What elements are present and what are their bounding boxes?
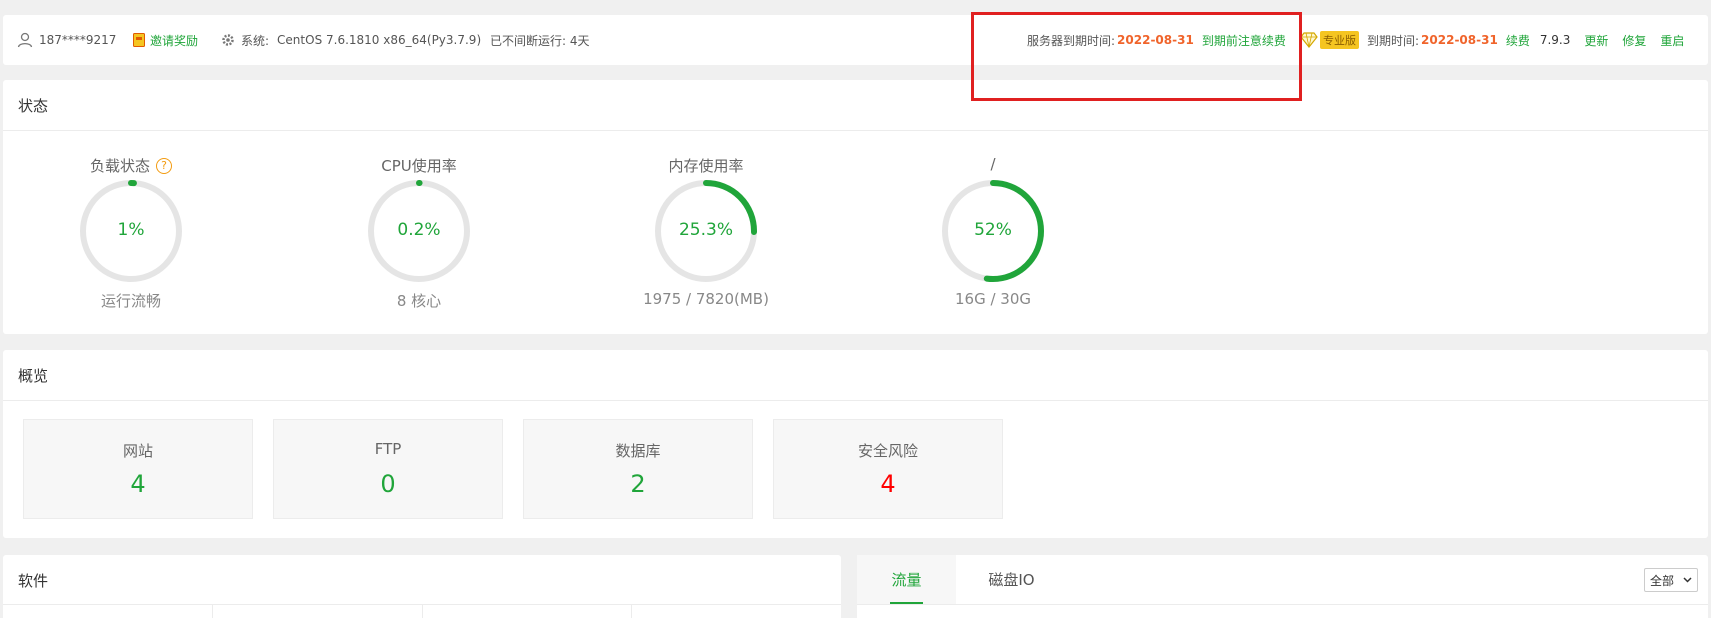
gauge-label: 负载状态 ? xyxy=(51,155,211,176)
gear-icon xyxy=(222,34,234,46)
software-slot[interactable] xyxy=(632,604,841,618)
gauge-sub: 16G / 30G xyxy=(954,290,1031,308)
software-slot[interactable] xyxy=(213,604,423,618)
gauge-value: 25.3% xyxy=(678,220,733,240)
software-grid xyxy=(3,604,841,618)
overview-panel: 概览 网站 4 FTP 0 数据库 2 安全风险 4 xyxy=(3,350,1708,538)
divider xyxy=(3,130,1708,131)
chevron-down-icon xyxy=(1683,577,1692,583)
card-value[interactable]: 0 xyxy=(274,470,502,498)
user-phone: 187****9217 xyxy=(39,33,117,47)
card-label: FTP xyxy=(374,440,402,458)
overview-card-security-risk[interactable]: 安全风险 4 xyxy=(773,419,1003,519)
tab-disk-io[interactable]: 磁盘IO xyxy=(956,555,1067,604)
version: 7.9.3 xyxy=(1539,33,1571,47)
renew-link[interactable]: 续费 xyxy=(1506,32,1530,49)
invite-reward-link[interactable]: 邀请奖励 xyxy=(133,15,198,65)
traffic-panel: 流量 磁盘IO 全部 xyxy=(857,555,1708,618)
status-panel: 状态 xyxy=(3,80,1708,334)
gauge-value: 1% xyxy=(117,220,145,240)
gauge-value: 0.2% xyxy=(397,220,441,240)
gauge-sub: 运行流畅 xyxy=(100,292,161,310)
system-label: 系统: xyxy=(241,33,270,48)
card-label: 数据库 xyxy=(615,442,661,460)
pro-badge: 专业版 xyxy=(1320,31,1359,49)
card-value[interactable]: 4 xyxy=(24,470,252,498)
top-bar: 187****9217 邀请奖励 系统: CentOS 7.6.1810 x86… xyxy=(3,15,1708,65)
card-value[interactable]: 4 xyxy=(774,470,1002,498)
diamond-icon xyxy=(1300,32,1318,48)
gauge-load[interactable]: 负载状态 ? 1% 运行流畅 xyxy=(51,80,211,334)
card-value[interactable]: 2 xyxy=(524,470,752,498)
gauge-label: / xyxy=(990,155,996,173)
overview-card-sites[interactable]: 网站 4 xyxy=(23,419,253,519)
status-title: 状态 xyxy=(18,96,49,115)
software-panel: 软件 xyxy=(3,555,841,618)
user-icon xyxy=(17,32,33,48)
card-label: 安全风险 xyxy=(857,442,918,460)
uptime: 已不间断运行: 4天 xyxy=(490,33,590,48)
gauge-disk[interactable]: / 52% 16G / 30G xyxy=(913,80,1073,334)
divider xyxy=(3,400,1708,401)
card-label: 网站 xyxy=(122,442,153,460)
system-value: CentOS 7.6.1810 x86_64(Py3.7.9) xyxy=(277,33,482,47)
gauge-label: 内存使用率 xyxy=(668,157,744,175)
overview-title: 概览 xyxy=(18,366,49,385)
range-select-value: 全部 xyxy=(1650,573,1675,588)
gauge-label-text: 负载状态 xyxy=(89,157,150,175)
expire-date: 2022-08-31 xyxy=(1421,33,1498,47)
gauge-label: CPU使用率 xyxy=(381,157,457,175)
software-slot[interactable] xyxy=(3,604,213,618)
gauge-memory[interactable]: 内存使用率 25.3% 1975 / 7820(MB) xyxy=(626,80,786,334)
tab-traffic[interactable]: 流量 xyxy=(857,555,956,604)
repair-link[interactable]: 修复 xyxy=(1622,32,1646,49)
gift-icon xyxy=(133,33,145,47)
restart-link[interactable]: 重启 xyxy=(1660,32,1684,49)
expire-label: 到期时间: xyxy=(1367,33,1420,48)
range-select[interactable]: 全部 xyxy=(1644,568,1698,592)
help-icon[interactable]: ? xyxy=(156,157,172,174)
software-slot[interactable] xyxy=(423,604,633,618)
highlight-box xyxy=(971,12,1302,101)
invite-reward-label: 邀请奖励 xyxy=(150,33,199,48)
gauge-value: 52% xyxy=(974,220,1012,240)
update-link[interactable]: 更新 xyxy=(1584,32,1608,49)
user-info[interactable]: 187****9217 xyxy=(17,15,116,65)
gauge-sub: 1975 / 7820(MB) xyxy=(643,290,769,308)
system-info: 系统: CentOS 7.6.1810 x86_64(Py3.7.9) xyxy=(221,15,481,65)
divider xyxy=(857,604,1708,605)
software-title: 软件 xyxy=(18,571,49,590)
gauge-sub: 8 核心 xyxy=(396,292,442,310)
gauge-cpu[interactable]: CPU使用率 0.2% 8 核心 xyxy=(339,80,499,334)
overview-card-database[interactable]: 数据库 2 xyxy=(523,419,753,519)
pro-section: 专业版 到期时间: 2022-08-31 续费 7.9.3 更新 修复 重启 xyxy=(1300,15,1684,65)
overview-card-ftp[interactable]: FTP 0 xyxy=(273,419,503,519)
